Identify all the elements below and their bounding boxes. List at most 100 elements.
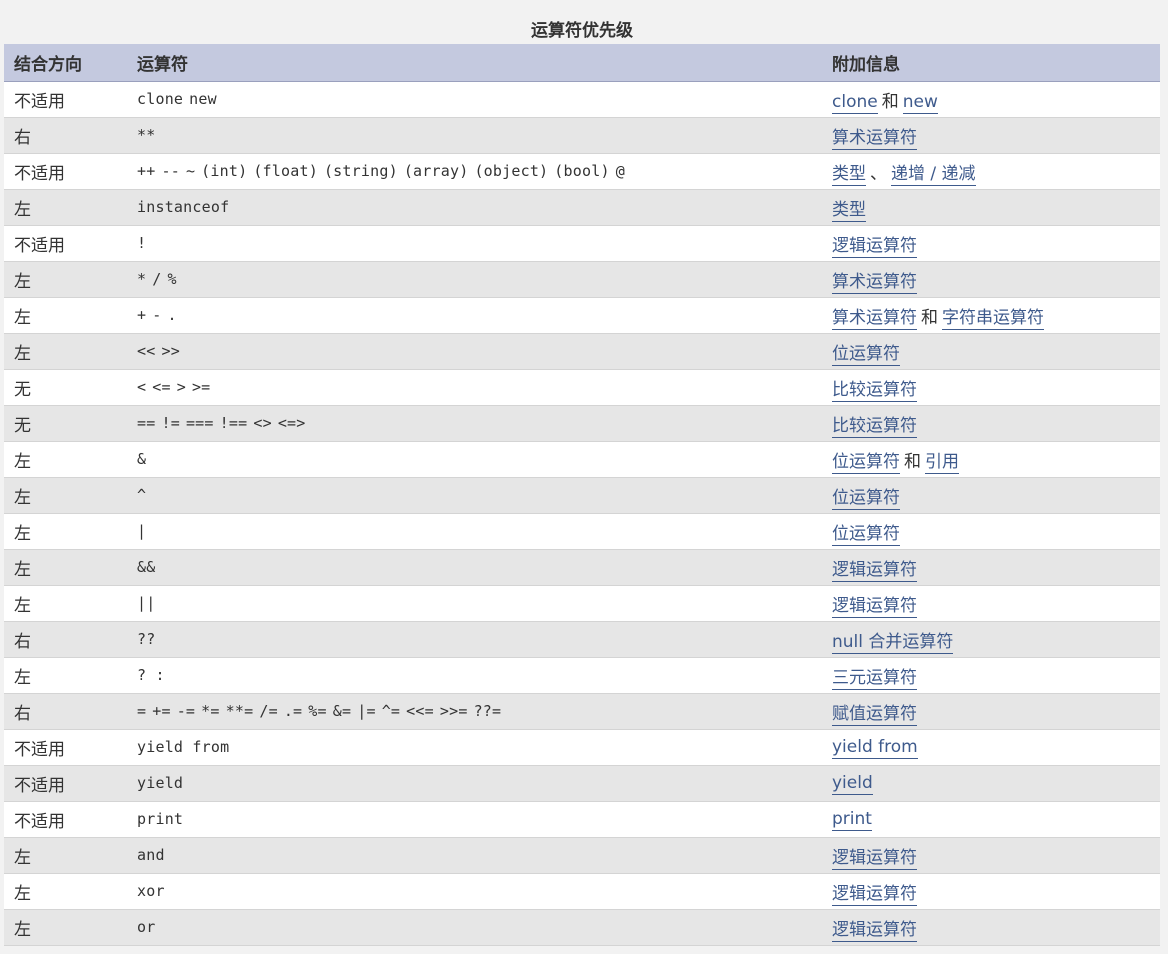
associativity-cell: 不适用: [4, 225, 127, 262]
operator-token: ^=: [381, 702, 401, 720]
operator-cell: ^: [127, 477, 822, 514]
info-link[interactable]: 位运算符: [832, 451, 900, 474]
info-link[interactable]: 引用: [925, 451, 959, 474]
operator-token: (float): [253, 162, 318, 180]
operator-token: >: [176, 378, 186, 396]
associativity-cell: 左: [4, 261, 127, 298]
info-link[interactable]: 逻辑运算符: [832, 883, 917, 906]
operator-token: (string): [323, 162, 398, 180]
info-link[interactable]: yield: [832, 773, 873, 795]
operator-token: @: [615, 162, 625, 180]
operator-token: >>: [161, 342, 180, 360]
additional-info-cell: 赋值运算符: [822, 693, 1160, 730]
operator-token: ~: [185, 162, 196, 180]
info-separator-text: 和: [921, 307, 938, 328]
info-link[interactable]: 位运算符: [832, 523, 900, 546]
precedence-table-container: 运算符优先级 结合方向 运算符 附加信息 不适用 clone new clone 和 ne…: [4, 14, 1160, 946]
associativity-cell: 不适用: [4, 801, 127, 838]
info-link[interactable]: 算术运算符: [832, 271, 917, 294]
info-link[interactable]: null 合并运算符: [832, 631, 954, 654]
info-link[interactable]: clone: [832, 91, 878, 114]
operator-cell: = += -= *= **= /= .= %= &= |= ^= <<= >>= ??=: [127, 693, 822, 730]
operator-precedence-table: 结合方向 运算符 附加信息 不适用 clone new clone 和 new 右 ** 算术运…: [4, 44, 1160, 946]
table-body: 不适用 clone new clone 和 new 右 ** 算术运算符 不适用 ++ -- ~ (int…: [4, 81, 1160, 946]
info-link[interactable]: print: [832, 809, 872, 831]
associativity-cell: 左: [4, 909, 127, 946]
table-row: 左 & 位运算符和引用: [4, 441, 1160, 478]
operator-token: .=: [283, 702, 303, 720]
operator-token: +: [137, 306, 147, 324]
additional-info-cell: 逻辑运算符: [822, 909, 1160, 946]
table-row: 不适用 yield from yield from: [4, 729, 1160, 766]
operator-token: <<=: [406, 702, 434, 720]
info-link[interactable]: 类型: [832, 199, 866, 222]
additional-info-cell: 算术运算符: [822, 261, 1160, 298]
table-row: 左 | 位运算符: [4, 513, 1160, 550]
info-link[interactable]: yield from: [832, 737, 918, 759]
operator-cell: xor: [127, 873, 822, 910]
info-link[interactable]: 位运算符: [832, 343, 900, 366]
info-link[interactable]: 位运算符: [832, 487, 900, 510]
info-link[interactable]: 逻辑运算符: [832, 235, 917, 258]
additional-info-cell: yield from: [822, 729, 1160, 766]
additional-info-cell: 位运算符和引用: [822, 441, 1160, 478]
info-link[interactable]: 逻辑运算符: [832, 847, 917, 870]
operator-token: !: [137, 234, 147, 252]
operator-cell: print: [127, 801, 822, 838]
table-row: 左 + -. 算术运算符和字符串运算符: [4, 297, 1160, 334]
operator-cell: == != === !== <> <=>: [127, 405, 822, 442]
associativity-cell: 不适用: [4, 153, 127, 190]
table-row: 左 * /% 算术运算符: [4, 261, 1160, 298]
associativity-cell: 左: [4, 297, 127, 334]
table-row: 不适用 clone new clone 和 new: [4, 81, 1160, 118]
table-row: 左 || 逻辑运算符: [4, 585, 1160, 622]
info-link[interactable]: 递增 / 递减: [891, 163, 976, 186]
info-link[interactable]: 比较运算符: [832, 379, 917, 402]
operator-token: new: [189, 90, 217, 108]
associativity-cell: 右: [4, 693, 127, 730]
info-link[interactable]: 三元运算符: [832, 667, 917, 690]
info-link[interactable]: 算术运算符: [832, 127, 917, 150]
info-link[interactable]: 逻辑运算符: [832, 559, 917, 582]
info-link[interactable]: 算术运算符: [832, 307, 917, 330]
associativity-cell: 左: [4, 837, 127, 874]
table-row: 不适用 ++ -- ~ (int) (float) (string) (array) (obje…: [4, 153, 1160, 190]
operator-token: !=: [161, 414, 180, 432]
additional-info-cell: clone 和 new: [822, 81, 1160, 118]
operator-token: ||: [137, 594, 156, 612]
associativity-cell: 左: [4, 585, 127, 622]
table-row: 无 < <= > >= 比较运算符: [4, 369, 1160, 406]
operator-token: clone: [137, 90, 184, 108]
associativity-cell: 右: [4, 117, 127, 154]
info-link[interactable]: 比较运算符: [832, 415, 917, 438]
operator-token: /: [152, 270, 162, 288]
info-link[interactable]: 类型: [832, 163, 866, 186]
operator-cell: &: [127, 441, 822, 478]
table-row: 左 instanceof 类型: [4, 189, 1160, 226]
operator-cell: clone new: [127, 81, 822, 118]
operator-token: <<: [137, 342, 156, 360]
info-link[interactable]: new: [902, 91, 938, 114]
info-link[interactable]: 字符串运算符: [942, 307, 1044, 330]
operator-token: &: [137, 450, 147, 468]
additional-info-cell: 位运算符: [822, 477, 1160, 514]
table-row: 不适用 print print: [4, 801, 1160, 838]
operator-token: -=: [176, 702, 196, 720]
additional-info-cell: 逻辑运算符: [822, 225, 1160, 262]
header-row: 结合方向 运算符 附加信息: [4, 44, 1160, 82]
info-link[interactable]: 赋值运算符: [832, 703, 917, 726]
additional-info-cell: 比较运算符: [822, 369, 1160, 406]
operator-token: !==: [219, 414, 248, 432]
info-link[interactable]: 逻辑运算符: [832, 595, 917, 618]
associativity-cell: 不适用: [4, 765, 127, 802]
table-row: 无 == != === !== <> <=> 比较运算符: [4, 405, 1160, 442]
operator-token: instanceof: [137, 198, 230, 216]
operator-token: ??: [137, 630, 156, 648]
info-separator-text: 和: [904, 451, 921, 472]
operator-cell: yield from: [127, 729, 822, 766]
operator-cell: instanceof: [127, 189, 822, 226]
info-link[interactable]: 逻辑运算符: [832, 919, 917, 942]
operator-cell: ||: [127, 585, 822, 622]
operator-token: **: [137, 126, 156, 144]
operator-cell: and: [127, 837, 822, 874]
